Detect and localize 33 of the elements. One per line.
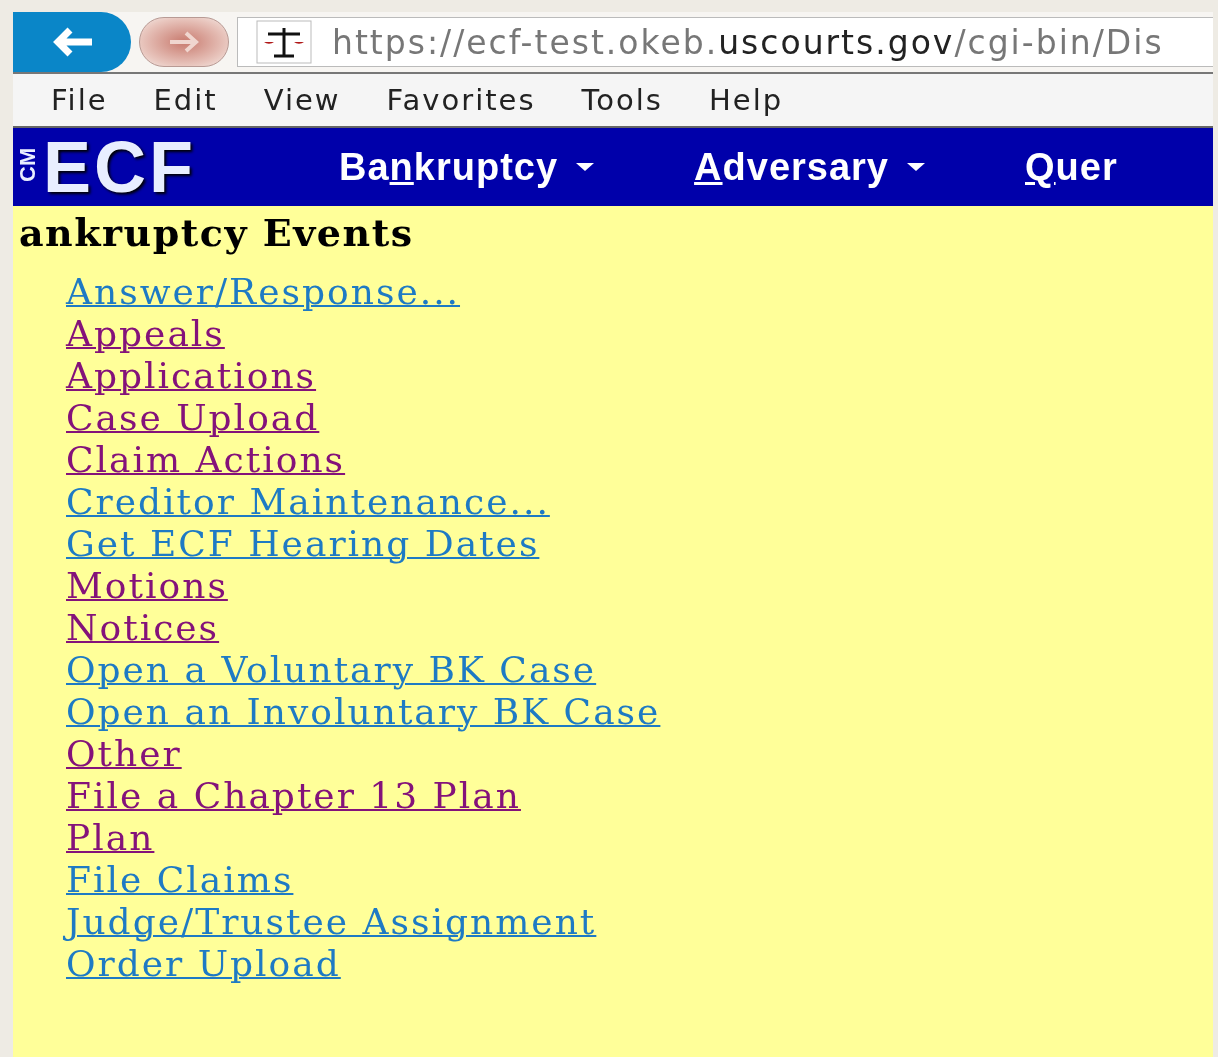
page-heading: ankruptcy Events <box>19 210 415 255</box>
menu-item[interactable]: Edit <box>153 83 218 117</box>
event-link[interactable]: Motions <box>66 565 228 607</box>
menu-item[interactable]: Tools <box>581 83 663 117</box>
event-link[interactable]: Get ECF Hearing Dates <box>66 523 540 565</box>
event-link[interactable]: File a Chapter 13 Plan <box>66 775 521 817</box>
address-bar[interactable]: https://ecf-test.okeb.uscourts.gov/cgi-bin/Dis <box>237 17 1213 67</box>
logo: CM ECF <box>14 128 197 206</box>
event-link[interactable]: Open an Involuntary BK Case <box>66 691 661 733</box>
menu-item[interactable]: Help <box>709 83 784 117</box>
forward-button[interactable] <box>139 17 229 67</box>
event-link[interactable]: Appeals <box>66 313 225 355</box>
nav-menu-item[interactable]: Adversary <box>694 145 925 189</box>
menu-item[interactable]: View <box>263 83 341 117</box>
menu-item[interactable]: Favorites <box>386 83 536 117</box>
event-link[interactable]: File Claims <box>66 859 294 901</box>
event-link[interactable]: Other <box>66 733 182 775</box>
event-link[interactable]: Creditor Maintenance... <box>66 481 550 523</box>
event-link[interactable]: Notices <box>66 607 220 649</box>
menu-item[interactable]: File <box>51 83 108 117</box>
url-text: https://ecf-test.okeb.uscourts.gov/cgi-bin/Dis <box>332 22 1164 62</box>
event-link[interactable]: Claim Actions <box>66 439 346 481</box>
back-button[interactable] <box>13 12 131 72</box>
event-link[interactable]: Order Upload <box>66 943 341 985</box>
nav-menu-item[interactable]: Quer <box>1025 145 1118 189</box>
nav-menu-item[interactable]: Bankruptcy <box>339 145 595 189</box>
event-link[interactable]: Answer/Response... <box>66 271 460 313</box>
event-link[interactable]: Open a Voluntary BK Case <box>66 649 597 691</box>
caret-icon <box>907 163 925 171</box>
event-link[interactable]: Plan <box>66 817 155 859</box>
event-link[interactable]: Case Upload <box>66 397 320 439</box>
event-link[interactable]: Applications <box>66 355 317 397</box>
caret-icon <box>576 163 595 171</box>
